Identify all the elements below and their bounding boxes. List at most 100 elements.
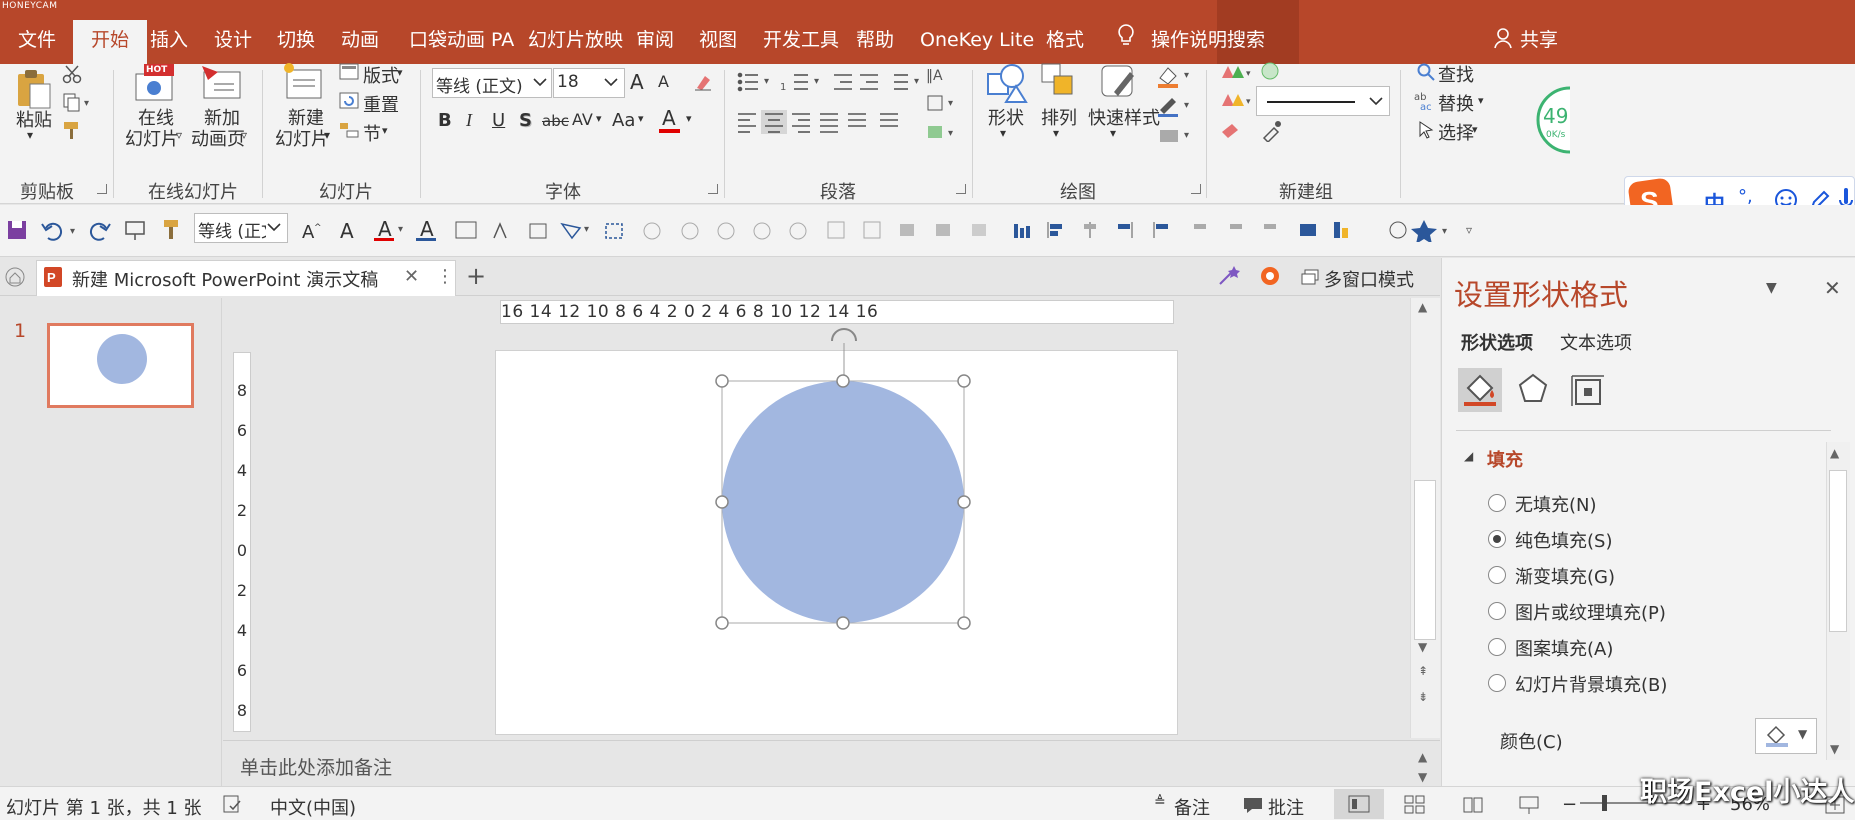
tab-format[interactable]: 格式 (1046, 26, 1084, 64)
ime-punctuation[interactable]: °, (1738, 186, 1753, 207)
alignment-icons[interactable] (736, 110, 906, 134)
multi-window-button[interactable]: 多窗口模式 (1324, 266, 1414, 292)
change-case-button[interactable]: Aa (612, 110, 635, 131)
qat-font-combobox[interactable]: 等线 (正文 (194, 213, 288, 243)
tab-design[interactable]: 设计 (214, 26, 252, 64)
dialog-launcher-icon[interactable] (708, 184, 718, 194)
text-direction-icon[interactable]: ‖A (924, 62, 964, 88)
char-spacing-button[interactable]: AV (572, 110, 593, 129)
scrollbar-thumb[interactable] (1414, 480, 1436, 640)
home-icon[interactable] (4, 266, 26, 288)
language-status[interactable]: 中文(中国) (270, 794, 356, 820)
copy-icon[interactable]: ▾ (62, 92, 96, 112)
chevron-down-icon[interactable]: ▿ (176, 128, 182, 142)
radio-gradient-fill[interactable] (1488, 566, 1506, 584)
chevron-down-icon[interactable]: ▾ (397, 66, 403, 79)
font-name-combobox[interactable]: 等线 (正文) (432, 68, 552, 98)
tab-slideshow[interactable]: 幻灯片放映 (528, 26, 623, 64)
fill-color-picker[interactable]: ▼ (1755, 718, 1817, 754)
reading-view-icon[interactable] (1462, 795, 1484, 815)
chevron-down-icon[interactable]: ▾ (1000, 126, 1006, 140)
line-style-combobox[interactable] (1256, 86, 1390, 116)
add-tab-icon[interactable]: + (466, 262, 486, 290)
chevron-down-icon[interactable] (533, 78, 547, 88)
circle-shape-icon[interactable] (1260, 61, 1284, 81)
presenter-icon[interactable] (124, 218, 148, 242)
eyedropper-icon[interactable] (1260, 120, 1284, 142)
chevron-down-icon[interactable]: ▼ (1798, 727, 1807, 741)
document-title[interactable]: 新建 Microsoft PowerPoint 演示文稿 (72, 266, 378, 292)
tab-animations[interactable]: 动画 (341, 26, 379, 64)
chevron-down-icon[interactable] (604, 78, 618, 88)
italic-button[interactable]: I (466, 110, 472, 131)
format-painter-icon[interactable] (62, 120, 84, 142)
tab-text-options[interactable]: 文本选项 (1560, 329, 1632, 355)
scroll-up-icon[interactable]: ▲ (1418, 300, 1427, 314)
chevron-down-icon[interactable]: ▾ (686, 112, 692, 125)
select-cursor-icon[interactable] (1418, 120, 1436, 140)
slide-thumbnail[interactable] (47, 323, 194, 408)
format-painter-icon[interactable] (160, 218, 184, 242)
pane-scroll-up-icon[interactable]: ▲ (1830, 446, 1839, 460)
chevron-down-icon[interactable]: ▾ (596, 112, 602, 125)
chevron-down-icon[interactable]: ▾ (1478, 94, 1484, 107)
bold-button[interactable]: B (438, 110, 452, 131)
radio-no-fill[interactable] (1488, 494, 1506, 512)
label-picture-fill[interactable]: 图片或纹理填充(P) (1515, 599, 1666, 625)
qat-align-tools-icons[interactable] (824, 218, 1384, 242)
previous-slide-icon[interactable]: ⇞ (1418, 664, 1428, 678)
normal-view-button[interactable] (1334, 789, 1384, 819)
settings-gear-icon[interactable] (1258, 264, 1282, 288)
radio-background-fill[interactable] (1488, 674, 1506, 692)
pane-scroll-down-icon[interactable]: ▼ (1830, 742, 1839, 756)
quick-styles-icon[interactable] (1100, 62, 1140, 102)
radio-solid-fill[interactable] (1488, 530, 1506, 548)
notes-pane[interactable] (223, 740, 1440, 786)
fill-line-tab[interactable] (1458, 368, 1502, 412)
new-animation-page-icon[interactable] (200, 62, 244, 102)
chevron-down-icon[interactable]: ▾ (27, 128, 33, 142)
magic-wand-icon[interactable] (1216, 264, 1242, 288)
zoom-slider-thumb[interactable] (1602, 795, 1607, 811)
comments-button[interactable]: 批注 (1268, 794, 1304, 820)
dialog-launcher-icon[interactable] (1191, 184, 1201, 194)
reset-button[interactable]: 重置 (363, 91, 399, 117)
radio-picture-fill[interactable] (1488, 602, 1506, 620)
close-tab-icon[interactable]: ✕ (404, 266, 419, 287)
size-properties-icon[interactable] (1570, 372, 1606, 408)
slide-sorter-icon[interactable] (1404, 795, 1426, 815)
chevron-down-icon[interactable] (1369, 97, 1383, 107)
shadow-button[interactable]: S (519, 110, 532, 131)
font-size-combobox[interactable]: 18 (553, 68, 625, 98)
label-solid-fill[interactable]: 纯色填充(S) (1515, 527, 1612, 553)
clear-formatting-icon[interactable] (693, 72, 713, 92)
multi-window-icon[interactable] (1300, 268, 1320, 286)
zoom-out-button[interactable]: − (1562, 794, 1577, 815)
tab-developer[interactable]: 开发工具 (763, 26, 839, 64)
reset-icon[interactable] (339, 92, 359, 110)
qat-text-tools-icons[interactable]: A ^ A A ▾ A ▾ (300, 218, 820, 242)
tab-review[interactable]: 审阅 (636, 26, 674, 64)
align-text-icons[interactable]: ▾▾ (924, 92, 964, 148)
close-pane-icon[interactable]: ✕ (1824, 276, 1841, 300)
tab-pocket-animation[interactable]: 口袋动画 PA (409, 26, 514, 64)
tab-insert[interactable]: 插入 (150, 26, 188, 64)
next-slide-icon[interactable]: ⇟ (1418, 690, 1428, 704)
accessibility-check-icon[interactable] (222, 794, 244, 814)
new-animation-label-2[interactable]: 动画页 (191, 125, 245, 151)
comment-icon[interactable] (1242, 796, 1264, 814)
shape-fill-outline-effects-icons[interactable]: ▾ ▾ ▾ (1156, 64, 1192, 154)
font-color-button[interactable]: A (662, 106, 676, 130)
pane-scrollbar-thumb[interactable] (1829, 470, 1847, 632)
replace-icon[interactable]: abac (1414, 90, 1438, 112)
qat-more-icons[interactable]: ▾ ▿ (1388, 218, 1488, 242)
scroll-down-icon[interactable]: ▼ (1418, 640, 1427, 654)
tab-transitions[interactable]: 切换 (277, 26, 315, 64)
new-slide-label-2[interactable]: 幻灯片 (275, 125, 329, 151)
chevron-down-icon[interactable]: ▾ (382, 124, 388, 137)
radio-pattern-fill[interactable] (1488, 638, 1506, 656)
paste-icon[interactable] (14, 68, 54, 110)
tab-shape-options[interactable]: 形状选项 (1461, 329, 1533, 355)
dialog-launcher-icon[interactable] (97, 184, 107, 194)
notes-placeholder[interactable]: 单击此处添加备注 (240, 753, 392, 780)
